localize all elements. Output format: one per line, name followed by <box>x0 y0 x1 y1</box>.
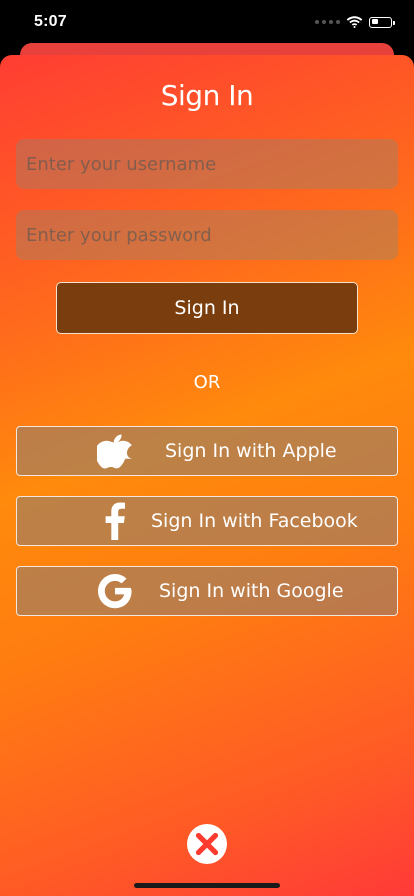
apple-button-label: Sign In with Apple <box>165 439 337 462</box>
google-button-label: Sign In with Google <box>159 579 344 602</box>
sign-in-button[interactable]: Sign In <box>56 282 358 334</box>
or-divider-label: OR <box>193 372 221 393</box>
page-title: Sign In <box>160 79 254 112</box>
wifi-icon <box>346 16 363 28</box>
status-bar: 5:07 <box>0 0 414 46</box>
close-icon <box>187 824 227 864</box>
password-input[interactable] <box>16 210 398 260</box>
sign-in-with-apple-button[interactable]: Sign In with Apple <box>16 426 398 476</box>
battery-icon <box>369 16 395 28</box>
sign-in-with-facebook-button[interactable]: Sign In with Facebook <box>16 496 398 546</box>
username-input[interactable] <box>16 139 398 189</box>
status-time: 5:07 <box>34 13 67 30</box>
status-icons <box>315 14 395 30</box>
facebook-icon <box>97 502 133 540</box>
apple-icon <box>97 433 133 469</box>
facebook-button-label: Sign In with Facebook <box>151 509 358 532</box>
signin-sheet: Sign In Sign In OR Sign In with Apple Si… <box>0 55 414 896</box>
home-indicator <box>134 883 280 888</box>
cellular-signal-icon <box>315 20 340 24</box>
close-button[interactable] <box>186 823 228 865</box>
sign-in-with-google-button[interactable]: Sign In with Google <box>16 566 398 616</box>
google-icon <box>97 573 133 609</box>
